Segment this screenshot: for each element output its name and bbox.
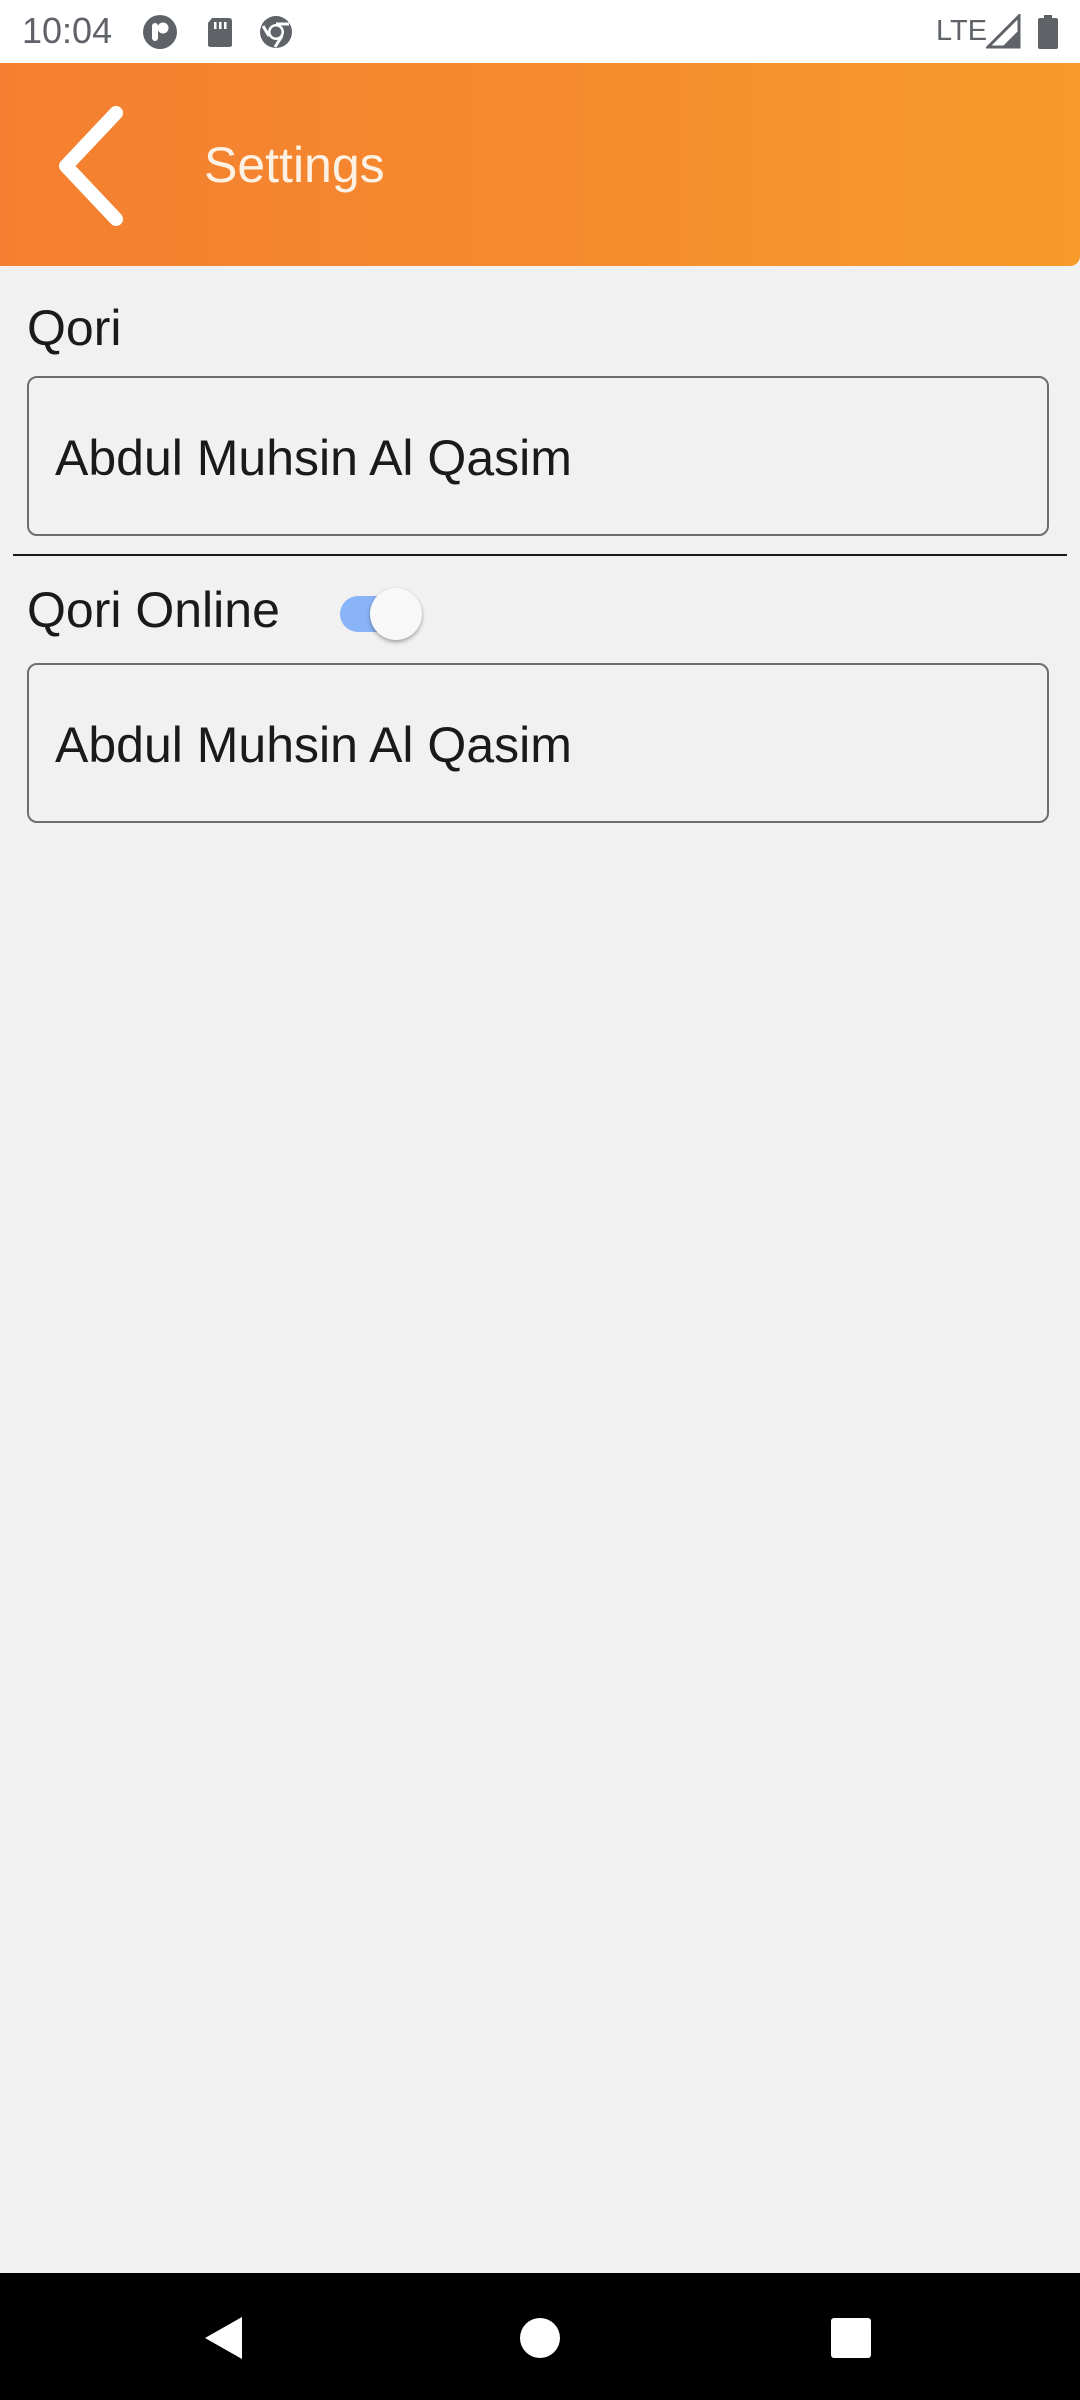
home-icon <box>505 2318 575 2377</box>
status-bar: 10:04 LTE <box>0 0 1080 63</box>
qori-label: Qori <box>27 300 122 356</box>
page-title: Settings <box>204 137 385 193</box>
network-type-label: LTE <box>936 15 988 47</box>
chevron-left-icon <box>40 106 150 235</box>
sd-card-icon <box>202 14 238 50</box>
status-time: 10:04 <box>22 10 113 51</box>
signal-icon <box>984 12 1022 50</box>
nav-back-button[interactable] <box>190 2303 260 2373</box>
qori-selected-value: Abdul Muhsin Al Qasim <box>55 430 572 486</box>
qori-online-select-field[interactable]: Abdul Muhsin Al Qasim <box>27 663 1049 823</box>
qori-online-selected-value: Abdul Muhsin Al Qasim <box>55 717 572 773</box>
toggle-thumb <box>370 588 422 640</box>
back-button[interactable] <box>40 101 150 231</box>
back-icon <box>190 2317 260 2377</box>
nav-home-button[interactable] <box>505 2303 575 2373</box>
chrome-icon <box>258 14 294 50</box>
system-nav-bar <box>0 2273 1080 2400</box>
divider <box>13 554 1067 556</box>
recents-icon <box>816 2318 886 2377</box>
nav-recents-button[interactable] <box>816 2303 886 2373</box>
app-bar: Settings <box>0 63 1080 266</box>
battery-icon <box>1036 14 1060 50</box>
qori-select-field[interactable]: Abdul Muhsin Al Qasim <box>27 376 1049 536</box>
media-app-icon <box>142 14 178 50</box>
qori-online-label: Qori Online <box>27 582 280 638</box>
qori-online-toggle[interactable] <box>338 580 428 642</box>
